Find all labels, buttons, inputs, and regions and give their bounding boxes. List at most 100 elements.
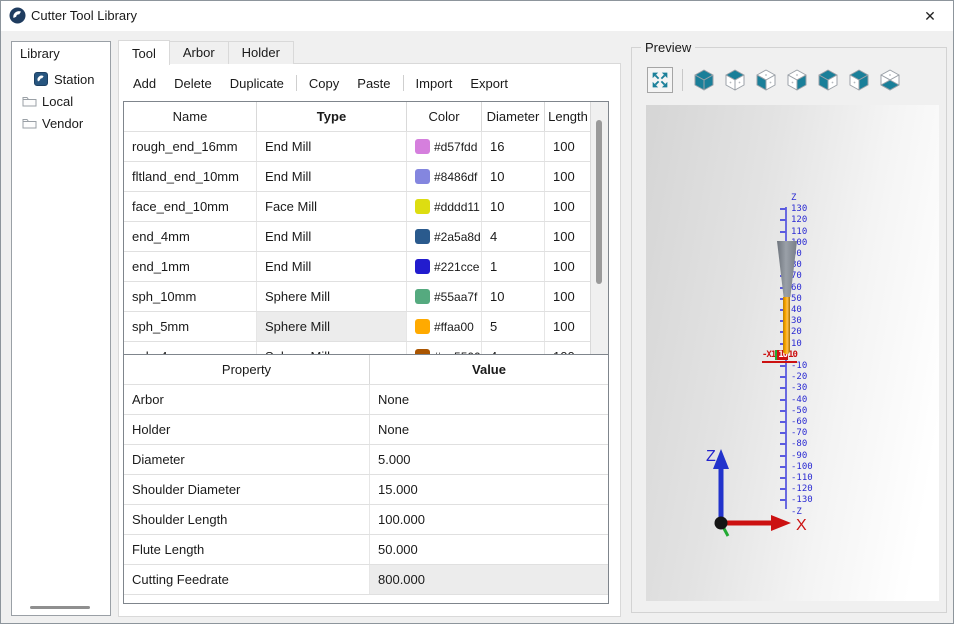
tool-length-cell[interactable]: 100	[545, 222, 591, 251]
property-value-cell[interactable]: 50.000	[370, 535, 608, 564]
tool-name-cell[interactable]: face_end_10mm	[124, 192, 257, 221]
tool-table-row[interactable]: sph_10mmSphere Mill#55aa7f10100	[124, 282, 608, 312]
tab-arbor[interactable]: Arbor	[169, 41, 229, 64]
tool-color-cell[interactable]: #8486df	[407, 162, 482, 191]
tool-column-header-name[interactable]: Name	[124, 102, 257, 131]
tool-table-row[interactable]: fltland_end_10mmEnd Mill#8486df10100	[124, 162, 608, 192]
property-row[interactable]: ArborNone	[124, 385, 608, 415]
property-column-header-value[interactable]: Value	[370, 355, 608, 384]
delete-button[interactable]: Delete	[165, 74, 221, 93]
tool-table-row[interactable]: face_end_10mmFace Mill#dddd1110100	[124, 192, 608, 222]
tool-diameter-cell[interactable]: 4	[482, 222, 545, 251]
color-swatch	[415, 169, 430, 184]
property-value-cell[interactable]: None	[370, 385, 608, 414]
back-view-button[interactable]	[847, 68, 871, 92]
tool-color-cell[interactable]: #dddd11	[407, 192, 482, 221]
duplicate-button[interactable]: Duplicate	[221, 74, 293, 93]
copy-button[interactable]: Copy	[300, 74, 348, 93]
tool-diameter-cell[interactable]: 10	[482, 282, 545, 311]
tool-color-cell[interactable]: #2a5a8d	[407, 222, 482, 251]
tool-length-cell[interactable]: 100	[545, 312, 591, 341]
tool-column-header-type[interactable]: Type	[257, 102, 407, 131]
tool-length-cell[interactable]: 100	[545, 162, 591, 191]
top-view-button[interactable]	[723, 68, 747, 92]
folder-icon	[22, 94, 37, 108]
color-swatch	[415, 289, 430, 304]
tool-type-cell[interactable]: End Mill	[257, 162, 407, 191]
property-row[interactable]: Shoulder Diameter15.000	[124, 475, 608, 505]
close-button[interactable]: ✕	[907, 1, 953, 31]
tool-length-cell[interactable]: 100	[545, 282, 591, 311]
tool-column-header-length[interactable]: Length	[545, 102, 591, 131]
tool-table-row[interactable]: rough_end_16mmEnd Mill#d57fdd16100	[124, 132, 608, 162]
toolbar-separator	[682, 69, 683, 91]
property-row[interactable]: Cutting Feedrate800.000	[124, 565, 608, 595]
scrollbar-thumb[interactable]	[596, 120, 602, 284]
property-name-cell: Shoulder Length	[124, 505, 370, 534]
tool-color-cell[interactable]: #ffaa00	[407, 312, 482, 341]
property-row[interactable]: HolderNone	[124, 415, 608, 445]
property-name-cell: Arbor	[124, 385, 370, 414]
tool-name-cell[interactable]: end_4mm	[124, 222, 257, 251]
window-title: Cutter Tool Library	[31, 8, 137, 23]
library-item-vendor[interactable]: Vendor	[12, 112, 110, 134]
library-item-local[interactable]: Local	[12, 90, 110, 112]
tool-color-cell[interactable]: #221cce	[407, 252, 482, 281]
paste-button[interactable]: Paste	[348, 74, 399, 93]
right-view-button[interactable]	[785, 68, 809, 92]
tool-type-cell[interactable]: Sphere Mill	[257, 312, 407, 341]
tool-length-cell[interactable]: 100	[545, 252, 591, 281]
property-value-cell[interactable]: None	[370, 415, 608, 444]
property-value-cell[interactable]: 5.000	[370, 445, 608, 474]
tool-diameter-cell[interactable]: 1	[482, 252, 545, 281]
property-value-cell[interactable]: 15.000	[370, 475, 608, 504]
tool-name-cell[interactable]: fltland_end_10mm	[124, 162, 257, 191]
tool-type-cell[interactable]: End Mill	[257, 132, 407, 161]
property-value-cell[interactable]: 800.000	[370, 565, 608, 594]
tool-type-cell[interactable]: End Mill	[257, 222, 407, 251]
property-row[interactable]: Shoulder Length100.000	[124, 505, 608, 535]
fit-view-button[interactable]	[647, 67, 673, 93]
tool-table-row[interactable]: end_4mmEnd Mill#2a5a8d4100	[124, 222, 608, 252]
property-name-cell: Diameter	[124, 445, 370, 474]
preview-3d-viewport[interactable]: Z130120110100908070605040302010-X11010-1…	[646, 105, 939, 601]
add-button[interactable]: Add	[124, 74, 165, 93]
tool-table-row[interactable]: sph_5mmSphere Mill#ffaa005100	[124, 312, 608, 342]
tab-tool[interactable]: Tool	[118, 40, 170, 65]
tool-length-cell[interactable]: 100	[545, 132, 591, 161]
tool-type-cell[interactable]: End Mill	[257, 252, 407, 281]
right-view-icon	[785, 68, 809, 92]
tab-holder[interactable]: Holder	[228, 41, 294, 64]
left-view-button[interactable]	[816, 68, 840, 92]
tool-diameter-cell[interactable]: 16	[482, 132, 545, 161]
tool-color-cell[interactable]: #d57fdd	[407, 132, 482, 161]
isometric-view-button[interactable]	[692, 68, 716, 92]
tool-table-scrollbar[interactable]	[590, 102, 608, 355]
tool-diameter-cell[interactable]: 10	[482, 162, 545, 191]
library-horizontal-scrollbar[interactable]	[30, 606, 90, 609]
bottom-view-button[interactable]	[878, 68, 902, 92]
property-name-cell: Shoulder Diameter	[124, 475, 370, 504]
tool-type-cell[interactable]: Sphere Mill	[257, 282, 407, 311]
tool-diameter-cell[interactable]: 10	[482, 192, 545, 221]
property-row[interactable]: Diameter5.000	[124, 445, 608, 475]
tool-color-cell[interactable]: #55aa7f	[407, 282, 482, 311]
tool-name-cell[interactable]: end_1mm	[124, 252, 257, 281]
tool-name-cell[interactable]: sph_5mm	[124, 312, 257, 341]
property-column-header-property[interactable]: Property	[124, 355, 370, 384]
export-button[interactable]: Export	[461, 74, 517, 93]
tool-type-cell[interactable]: Face Mill	[257, 192, 407, 221]
library-item-station[interactable]: Station	[12, 68, 110, 90]
tool-name-cell[interactable]: rough_end_16mm	[124, 132, 257, 161]
property-row[interactable]: Flute Length50.000	[124, 535, 608, 565]
tool-column-header-diameter[interactable]: Diameter	[482, 102, 545, 131]
tool-name-cell[interactable]: sph_10mm	[124, 282, 257, 311]
property-name-cell: Holder	[124, 415, 370, 444]
front-view-button[interactable]	[754, 68, 778, 92]
property-value-cell[interactable]: 100.000	[370, 505, 608, 534]
tool-column-header-color[interactable]: Color	[407, 102, 482, 131]
tool-diameter-cell[interactable]: 5	[482, 312, 545, 341]
tool-table-row[interactable]: end_1mmEnd Mill#221cce1100	[124, 252, 608, 282]
import-button[interactable]: Import	[407, 74, 462, 93]
tool-length-cell[interactable]: 100	[545, 192, 591, 221]
